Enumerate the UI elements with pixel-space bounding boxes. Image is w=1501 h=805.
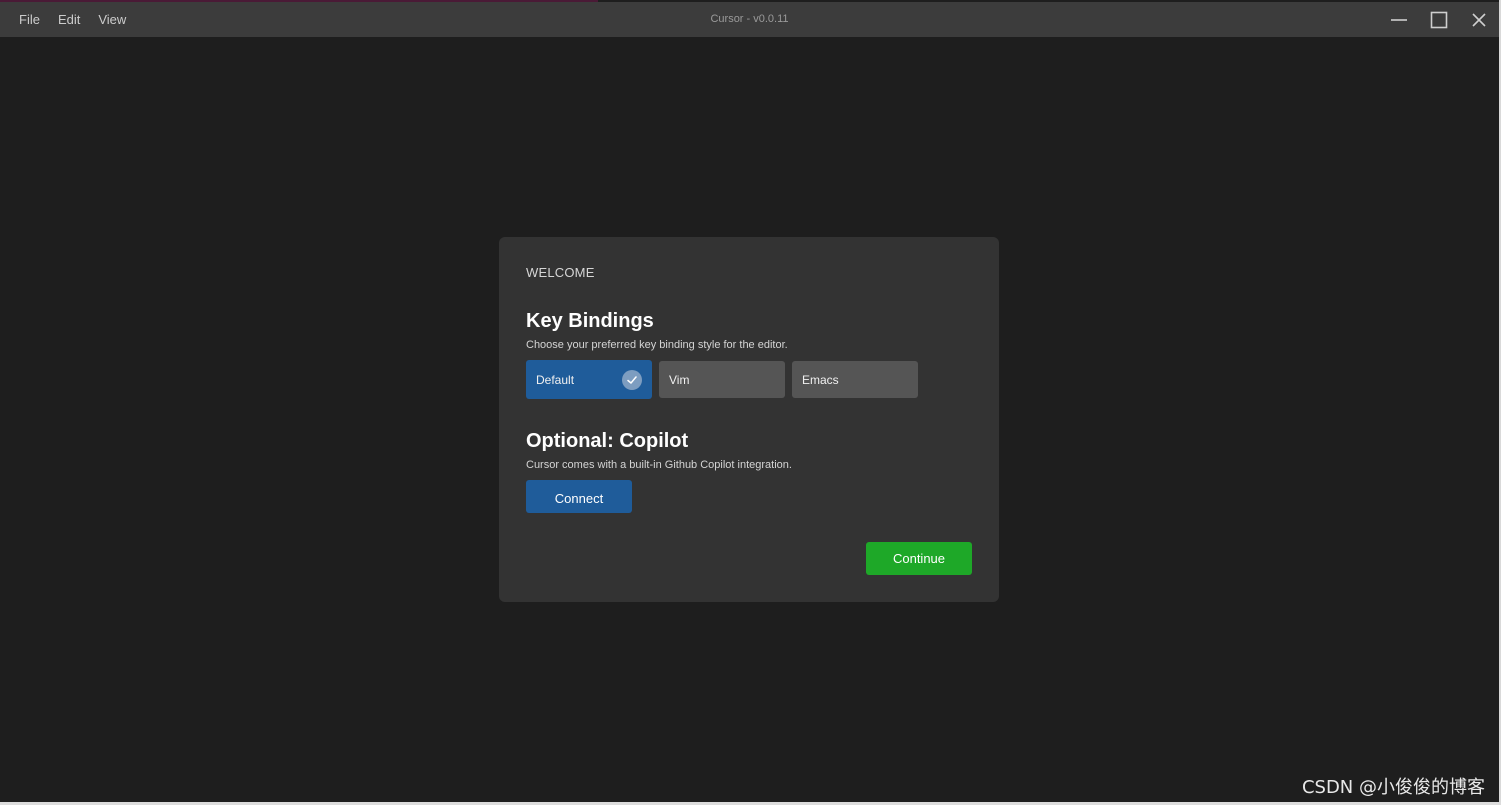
key-binding-vim-label: Vim <box>669 372 690 387</box>
copilot-heading: Optional: Copilot <box>526 430 689 452</box>
close-button[interactable] <box>1459 2 1499 37</box>
window-controls <box>1379 2 1499 37</box>
key-binding-default[interactable]: Default <box>526 360 652 399</box>
window-title: Cursor - v0.0.11 <box>710 13 789 25</box>
continue-button[interactable]: Continue <box>866 542 972 575</box>
key-binding-emacs[interactable]: Emacs <box>792 361 918 398</box>
watermark: CSDN @小俊俊的博客 <box>1301 777 1485 798</box>
welcome-label: WELCOME <box>526 265 595 280</box>
close-icon <box>1472 12 1486 27</box>
menu-view[interactable]: View <box>89 2 135 37</box>
key-bindings-heading: Key Bindings <box>526 310 654 332</box>
menu-edit[interactable]: Edit <box>49 2 89 37</box>
copilot-description: Cursor comes with a built-in Github Copi… <box>526 459 792 471</box>
menu-file[interactable]: File <box>10 2 49 37</box>
check-icon <box>622 369 642 390</box>
key-binding-emacs-label: Emacs <box>802 372 839 387</box>
maximize-button[interactable] <box>1419 2 1459 37</box>
key-binding-vim[interactable]: Vim <box>659 361 785 398</box>
title-bar: File Edit View Cursor - v0.0.11 <box>0 2 1499 37</box>
welcome-dialog: WELCOME Key Bindings Choose your preferr… <box>499 237 999 602</box>
minimize-icon <box>1391 18 1407 21</box>
maximize-icon <box>1430 11 1448 28</box>
key-binding-default-label: Default <box>536 372 575 387</box>
connect-button[interactable]: Connect <box>526 480 632 513</box>
key-bindings-description: Choose your preferred key binding style … <box>526 339 788 351</box>
menu-bar: File Edit View <box>0 2 135 37</box>
app-window: File Edit View Cursor - v0.0.11 WELCOME … <box>0 0 1501 805</box>
key-binding-options: Default Vim Emacs <box>526 360 972 399</box>
minimize-button[interactable] <box>1379 2 1419 37</box>
